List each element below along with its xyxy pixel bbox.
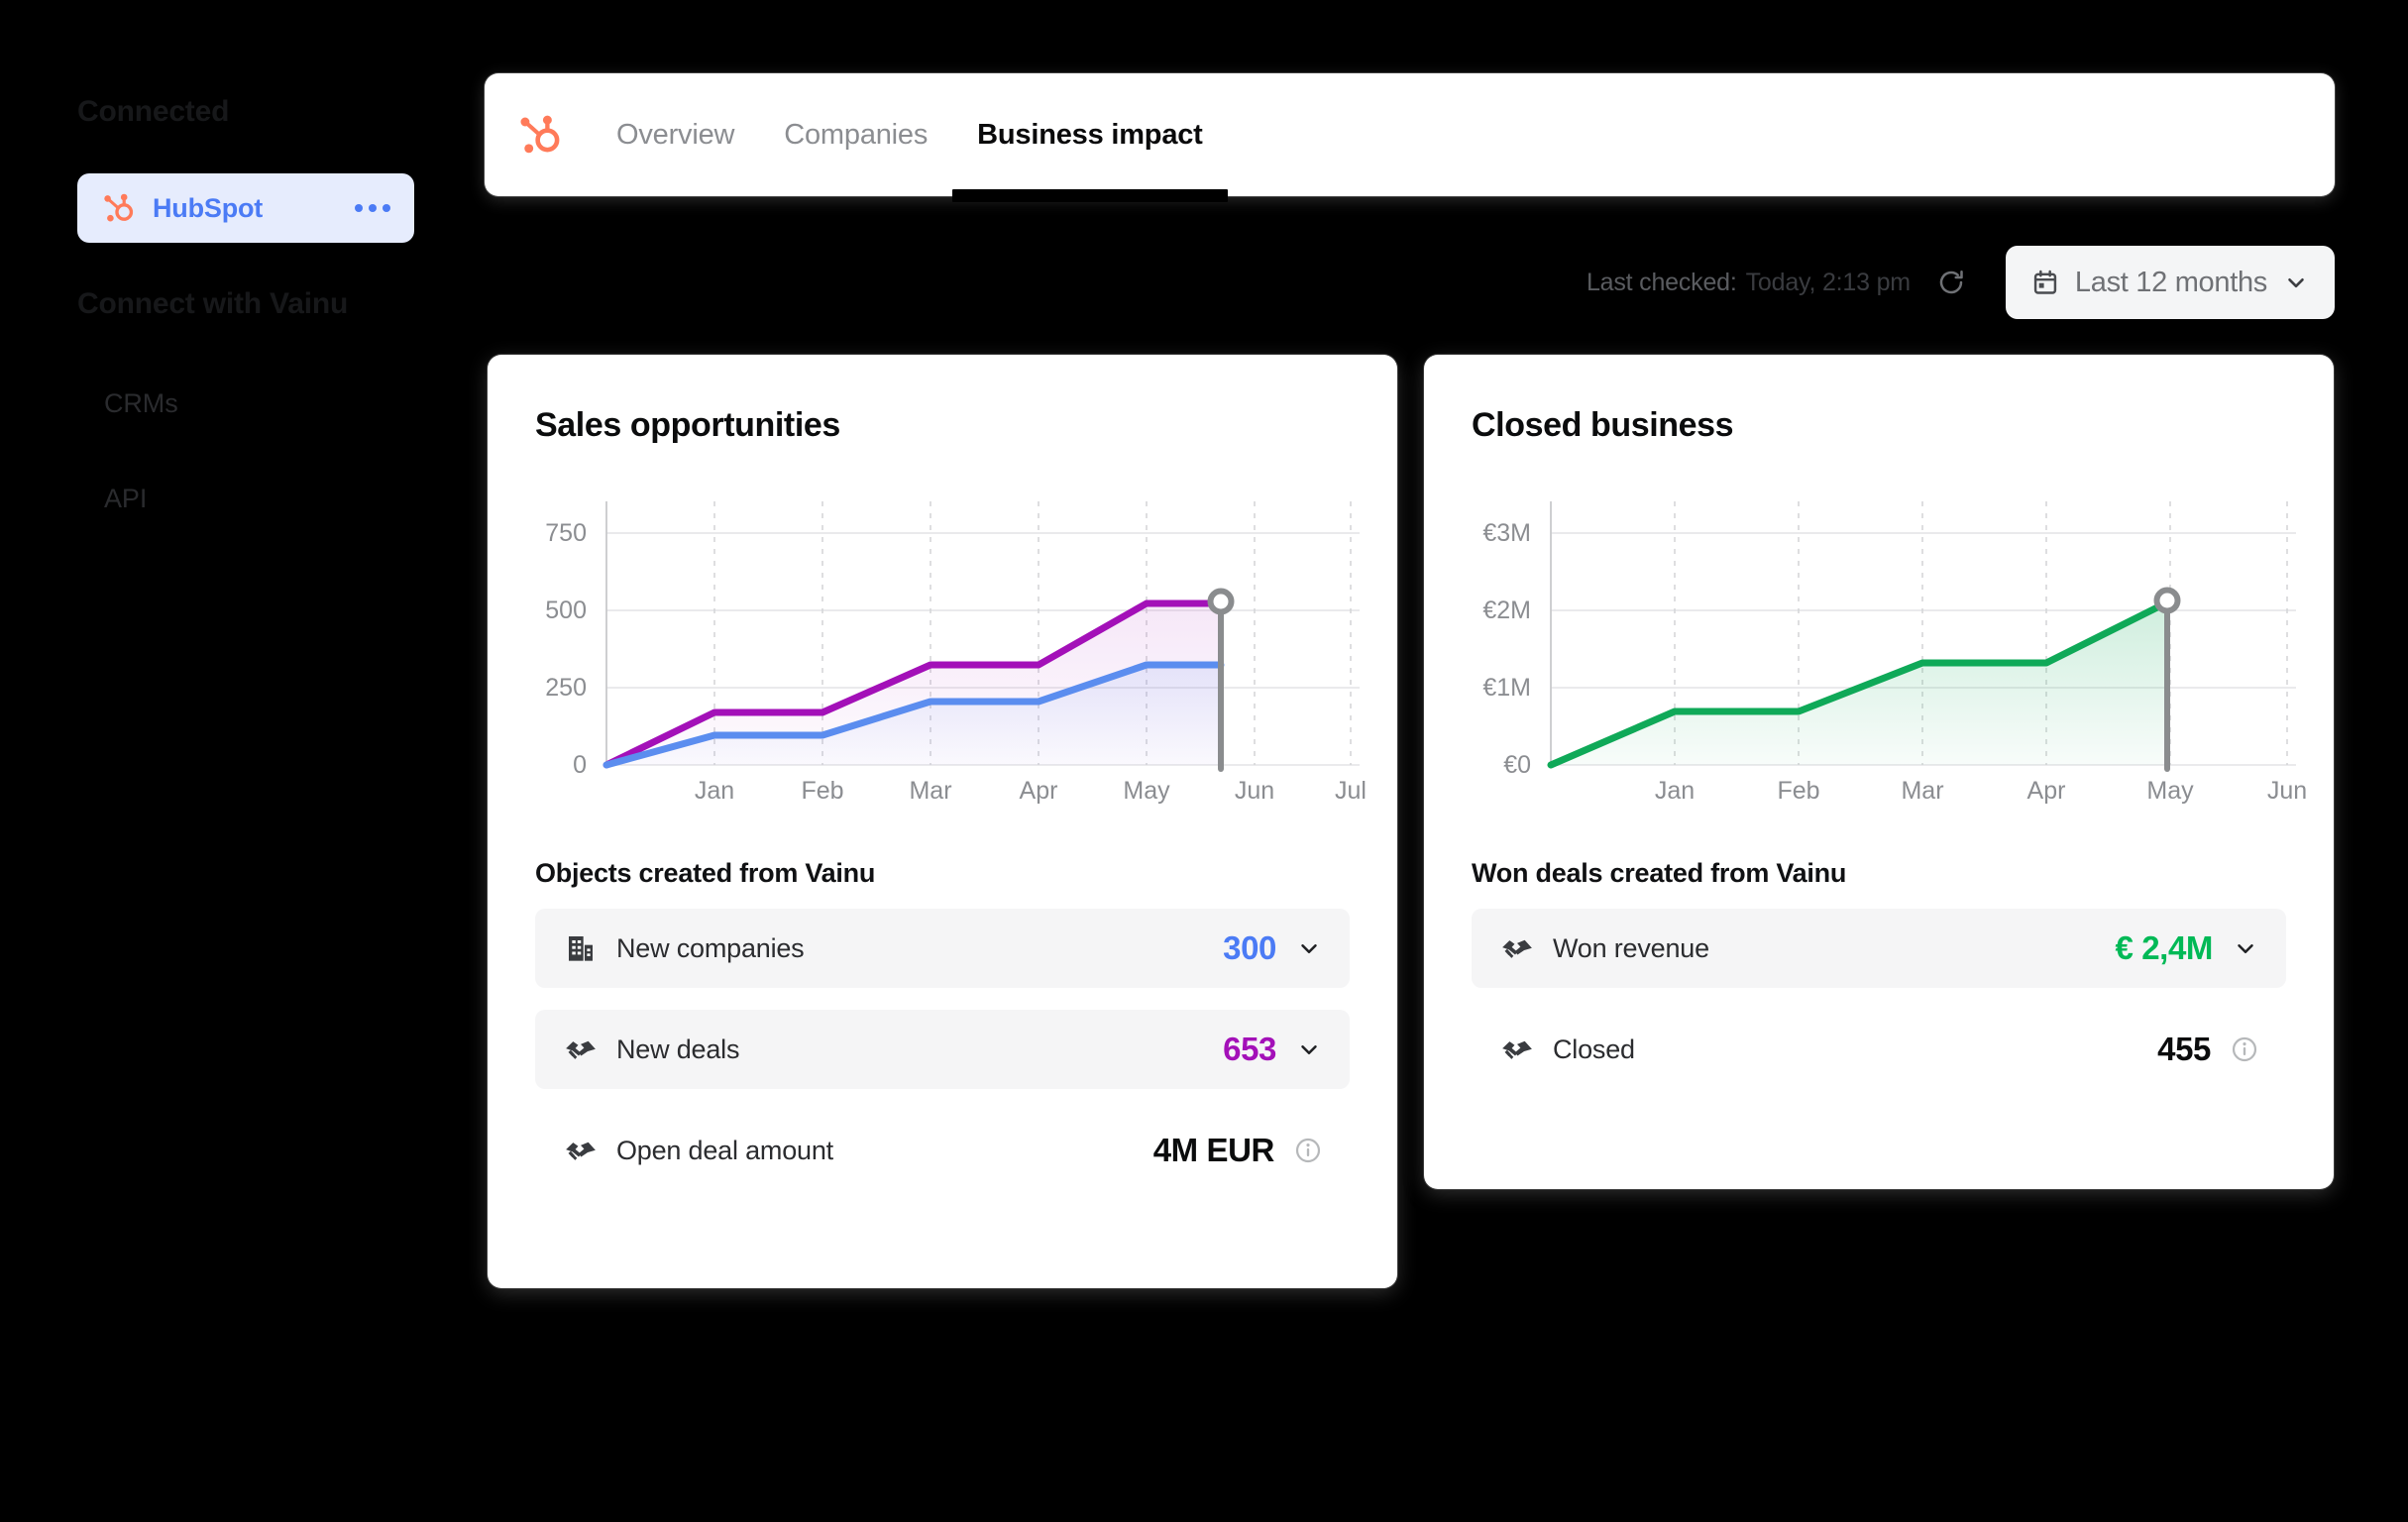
metric-row[interactable]: Won revenue € 2,4M: [1472, 909, 2286, 988]
tab-overview[interactable]: Overview: [592, 73, 759, 196]
date-range-picker[interactable]: Last 12 months: [2005, 246, 2335, 319]
date-range-label: Last 12 months: [2074, 266, 2267, 298]
metric-value: 455: [2157, 1031, 2211, 1067]
sidebar: Connected HubSpot Connect with Vainu CRM…: [0, 0, 466, 1522]
metric-row: Open deal amount 4M EUR: [535, 1111, 1350, 1190]
meta-row: Last checked: Today, 2:13 pm Last 12 mon…: [1587, 246, 2335, 319]
handshake-icon: [1499, 930, 1535, 966]
closed-business-chart: €3M €2M €1M €0 Jan Feb Mar Apr May Jun: [1424, 484, 2334, 805]
svg-text:750: 750: [545, 519, 587, 547]
metric-value: € 2,4M: [2115, 929, 2214, 966]
metric-label: New companies: [616, 932, 805, 963]
svg-text:May: May: [1123, 777, 1170, 805]
x-tick-labels: Jan Feb Mar Apr May Jun: [1655, 777, 2307, 805]
info-icon[interactable]: [2231, 1035, 2258, 1063]
svg-text:€1M: €1M: [1482, 674, 1531, 702]
svg-text:Jun: Jun: [1235, 777, 1274, 805]
sidebar-heading-connect-with-vainu: Connect with Vainu: [77, 287, 349, 320]
right-metrics: Won deals created from Vainu Won revenue…: [1472, 858, 2286, 1111]
tab-list: Overview Companies Business impact: [592, 73, 1229, 202]
chevron-down-icon: [2283, 270, 2309, 295]
sidebar-item-label: HubSpot: [153, 192, 264, 223]
metric-label: Won revenue: [1553, 932, 1709, 963]
card-title: Closed business: [1472, 406, 1734, 444]
tab-companies[interactable]: Companies: [759, 73, 952, 196]
last-checked-label: Last checked:: [1586, 268, 1737, 296]
left-metrics: Objects created from Vainu New companies…: [535, 858, 1350, 1212]
card-closed-business: Closed business €3M €2M €1M €0 Jan Feb M…: [1424, 355, 2334, 1189]
y-tick-labels: €3M €2M €1M €0: [1482, 519, 1531, 779]
app-root: Connected HubSpot Connect with Vainu CRM…: [0, 0, 2408, 1522]
svg-text:Apr: Apr: [2027, 777, 2066, 805]
area-won-revenue: [1551, 602, 2167, 765]
svg-text:Mar: Mar: [1901, 777, 1943, 805]
current-marker-dot: [2153, 587, 2181, 614]
svg-text:250: 250: [545, 674, 587, 702]
metrics-heading: Won deals created from Vainu: [1472, 858, 1847, 888]
sidebar-item-api[interactable]: API: [104, 484, 147, 514]
card-sales-opportunities: Sales opportunities 750 500 250 0 Jan Fe…: [488, 355, 1397, 1288]
svg-text:Mar: Mar: [909, 777, 951, 805]
svg-text:€3M: €3M: [1482, 519, 1531, 547]
svg-text:Feb: Feb: [801, 777, 843, 805]
svg-text:Jun: Jun: [2267, 777, 2307, 805]
metric-value: 300: [1223, 929, 1276, 966]
x-tick-labels: Jan Feb Mar Apr May Jun Jul: [695, 777, 1367, 805]
more-options-icon[interactable]: [355, 204, 390, 212]
chevron-down-icon[interactable]: [2233, 935, 2258, 961]
refresh-icon[interactable]: [1934, 266, 1968, 299]
svg-text:Jan: Jan: [1655, 777, 1695, 805]
metric-label: New deals: [616, 1033, 740, 1064]
svg-text:Jul: Jul: [1335, 777, 1367, 805]
svg-text:Jan: Jan: [695, 777, 734, 805]
sidebar-heading-connected: Connected: [77, 95, 230, 128]
metric-row[interactable]: New deals 653: [535, 1010, 1350, 1089]
handshake-icon: [563, 1133, 599, 1168]
metric-value: 653: [1223, 1031, 1276, 1067]
sidebar-item-hubspot[interactable]: HubSpot: [77, 173, 414, 243]
sidebar-item-crms[interactable]: CRMs: [104, 388, 178, 419]
calendar-icon: [2031, 269, 2059, 296]
svg-text:500: 500: [545, 597, 587, 624]
metrics-heading: Objects created from Vainu: [535, 858, 876, 888]
handshake-icon: [1499, 1032, 1535, 1067]
chevron-down-icon[interactable]: [1296, 1036, 1322, 1062]
metric-row: Closed 455: [1472, 1010, 2286, 1089]
svg-text:0: 0: [573, 751, 587, 779]
top-tab-bar: Overview Companies Business impact: [485, 73, 2335, 202]
svg-text:May: May: [2146, 777, 2194, 805]
metric-row[interactable]: New companies 300: [535, 909, 1350, 988]
chevron-down-icon[interactable]: [1296, 935, 1322, 961]
metric-label: Open deal amount: [616, 1135, 833, 1165]
tab-business-impact[interactable]: Business impact: [952, 73, 1229, 202]
handshake-icon: [563, 1032, 599, 1067]
sales-opportunities-chart: 750 500 250 0 Jan Feb Mar Apr May Jun Ju…: [488, 484, 1397, 805]
svg-text:Apr: Apr: [1020, 777, 1058, 805]
y-tick-labels: 750 500 250 0: [545, 519, 587, 779]
svg-text:Feb: Feb: [1777, 777, 1819, 805]
svg-text:€0: €0: [1503, 751, 1531, 779]
metric-label: Closed: [1553, 1033, 1635, 1064]
metric-value: 4M EUR: [1152, 1132, 1275, 1168]
last-checked-value: Today, 2:13 pm: [1745, 268, 1911, 296]
svg-text:€2M: €2M: [1482, 597, 1531, 624]
hubspot-logo-icon: [101, 191, 135, 225]
current-marker-dot: [1207, 588, 1235, 615]
building-icon: [563, 930, 599, 966]
hubspot-logo-icon: [516, 112, 562, 158]
info-icon[interactable]: [1294, 1137, 1322, 1164]
card-title: Sales opportunities: [535, 406, 840, 444]
